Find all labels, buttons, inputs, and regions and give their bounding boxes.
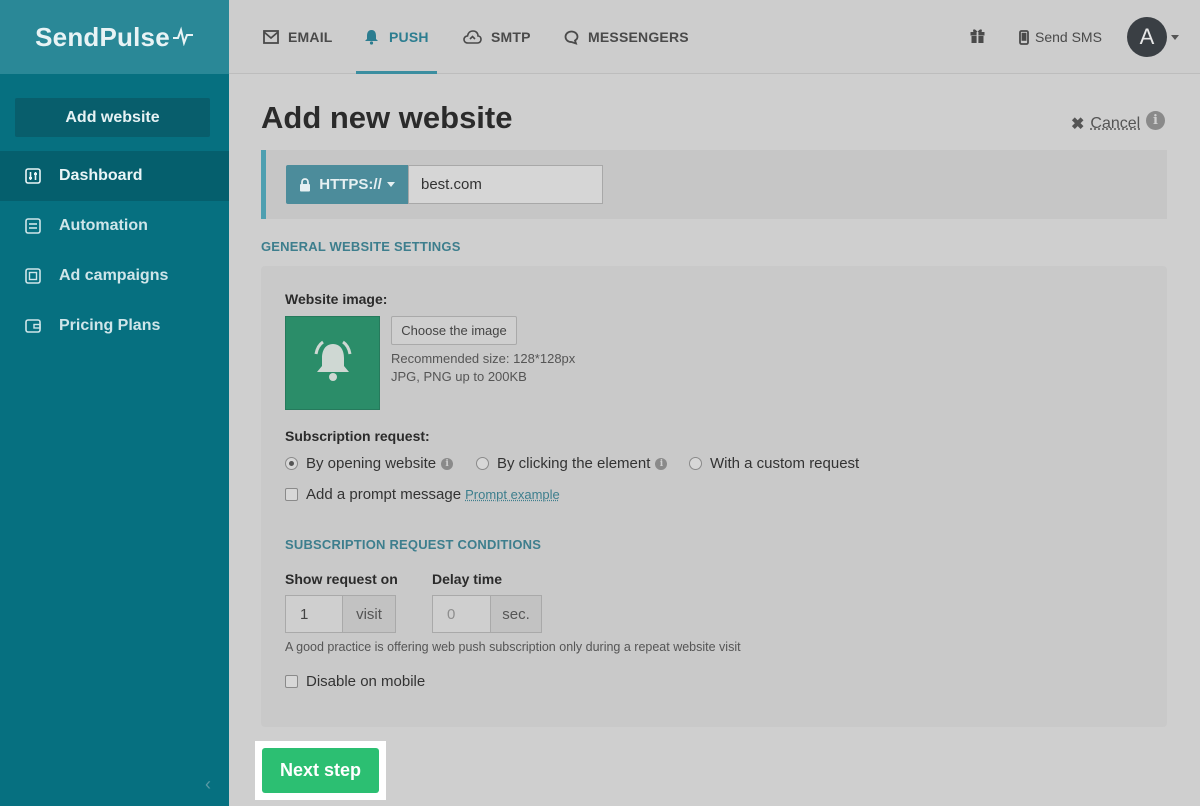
- prompt-example-link[interactable]: Prompt example: [465, 487, 560, 502]
- website-image-preview: [285, 316, 380, 410]
- radio-by-clicking-element[interactable]: By clicking the element i: [476, 455, 668, 472]
- disable-mobile-checkbox[interactable]: [285, 675, 298, 688]
- tab-push[interactable]: PUSH: [363, 0, 429, 74]
- sidebar-item-label: Ad campaigns: [59, 267, 169, 284]
- tab-label: EMAIL: [288, 29, 333, 45]
- sidebar-item-ad-campaigns[interactable]: Ad campaigns: [0, 251, 229, 301]
- tab-email[interactable]: EMAIL: [263, 0, 333, 74]
- account-menu[interactable]: A: [1127, 0, 1179, 74]
- prompt-message-label: Add a prompt message: [306, 486, 462, 503]
- tab-messengers[interactable]: MESSENGERS: [564, 0, 689, 74]
- sidebar-item-label: Automation: [59, 217, 148, 234]
- info-icon[interactable]: i: [1146, 111, 1165, 130]
- collapse-sidebar-icon[interactable]: ‹: [205, 774, 211, 795]
- logo[interactable]: SendPulse: [0, 0, 229, 74]
- chat-bubble-icon: [564, 30, 579, 45]
- delay-time-group: 0 sec.: [432, 595, 542, 633]
- mobile-phone-icon: [1019, 29, 1029, 45]
- caret-down-icon: [1171, 34, 1179, 40]
- delay-time-label: Delay time: [432, 571, 503, 587]
- bell-icon: [308, 338, 358, 389]
- envelope-icon: [263, 30, 279, 44]
- automation-icon: [24, 218, 42, 234]
- top-navigation: EMAIL PUSH SMTP MESSENGERS Send SMS A: [229, 0, 1200, 74]
- tab-label: PUSH: [389, 29, 429, 45]
- caret-down-icon: [386, 182, 395, 187]
- formats-hint: JPG, PNG up to 200KB: [391, 369, 527, 384]
- radio-label: By clicking the element: [497, 455, 651, 472]
- sidebar-item-label: Dashboard: [59, 167, 143, 184]
- avatar[interactable]: A: [1127, 17, 1167, 57]
- show-request-group: 1 visit: [285, 595, 396, 633]
- website-image-label: Website image:: [285, 291, 388, 307]
- disable-mobile-option[interactable]: Disable on mobile: [285, 673, 425, 690]
- sidebar-item-pricing-plans[interactable]: Pricing Plans: [0, 301, 229, 351]
- seconds-unit: sec.: [491, 595, 542, 633]
- info-icon[interactable]: i: [441, 457, 454, 470]
- radio-button[interactable]: [476, 457, 489, 470]
- wallet-icon: [24, 318, 42, 334]
- tab-label: MESSENGERS: [588, 29, 689, 45]
- send-sms-button[interactable]: Send SMS: [1019, 0, 1102, 74]
- delay-time-input[interactable]: 0: [432, 595, 491, 633]
- sidebar-item-dashboard[interactable]: Dashboard: [0, 151, 229, 201]
- tab-smtp[interactable]: SMTP: [463, 0, 531, 74]
- pulse-icon: [172, 22, 194, 53]
- visit-unit: visit: [343, 595, 396, 633]
- page-title: Add new website: [261, 100, 513, 135]
- choose-image-button[interactable]: Choose the image: [391, 316, 517, 345]
- cloud-upload-icon: [463, 30, 482, 44]
- recommended-size-hint: Recommended size: 128*128px: [391, 351, 576, 366]
- next-step-button[interactable]: Next step: [262, 748, 379, 793]
- website-url-panel: HTTPS:// best.com: [261, 150, 1167, 219]
- gift-button[interactable]: [969, 0, 986, 74]
- prompt-message-checkbox[interactable]: [285, 488, 298, 501]
- sidebar: SendPulse Add website Dashboard Automati…: [0, 0, 229, 806]
- domain-input[interactable]: best.com: [408, 165, 603, 204]
- cancel-label: Cancel: [1090, 115, 1141, 132]
- conditions-heading: SUBSCRIPTION REQUEST CONDITIONS: [285, 537, 542, 552]
- tab-label: SMTP: [491, 29, 531, 45]
- send-sms-label: Send SMS: [1035, 29, 1102, 45]
- show-request-input[interactable]: 1: [285, 595, 343, 633]
- general-settings-heading: GENERAL WEBSITE SETTINGS: [261, 239, 461, 254]
- bell-icon: [363, 29, 380, 45]
- sidebar-item-automation[interactable]: Automation: [0, 201, 229, 251]
- close-icon: ✖: [1071, 116, 1085, 133]
- info-icon[interactable]: i: [655, 457, 668, 470]
- subscription-request-label: Subscription request:: [285, 428, 430, 444]
- protocol-dropdown[interactable]: HTTPS://: [286, 165, 408, 204]
- next-step-highlight: Next step: [255, 741, 386, 800]
- gift-icon: [969, 27, 986, 47]
- radio-button[interactable]: [689, 457, 702, 470]
- ad-campaigns-icon: [24, 268, 42, 284]
- show-request-label: Show request on: [285, 571, 398, 587]
- lock-icon: [299, 177, 311, 192]
- sidebar-item-label: Pricing Plans: [59, 317, 161, 334]
- radio-label: By opening website: [306, 455, 437, 472]
- disable-mobile-label: Disable on mobile: [306, 673, 426, 690]
- cancel-link[interactable]: ✖ Cancel: [1071, 114, 1140, 134]
- radio-custom-request[interactable]: With a custom request: [689, 455, 859, 472]
- radio-by-opening-website[interactable]: By opening website i: [285, 455, 454, 472]
- add-website-button[interactable]: Add website: [15, 98, 210, 137]
- logo-text: SendPulse: [35, 21, 170, 52]
- protocol-label: HTTPS://: [319, 176, 382, 193]
- sidebar-nav: Dashboard Automation Ad campaigns Pricin…: [0, 151, 229, 351]
- prompt-message-option[interactable]: Add a prompt message Prompt example: [285, 486, 560, 503]
- radio-button[interactable]: [285, 457, 298, 470]
- good-practice-hint: A good practice is offering web push sub…: [285, 640, 741, 654]
- radio-label: With a custom request: [710, 455, 860, 472]
- sliders-icon: [24, 168, 42, 184]
- active-tab-indicator: [356, 71, 437, 74]
